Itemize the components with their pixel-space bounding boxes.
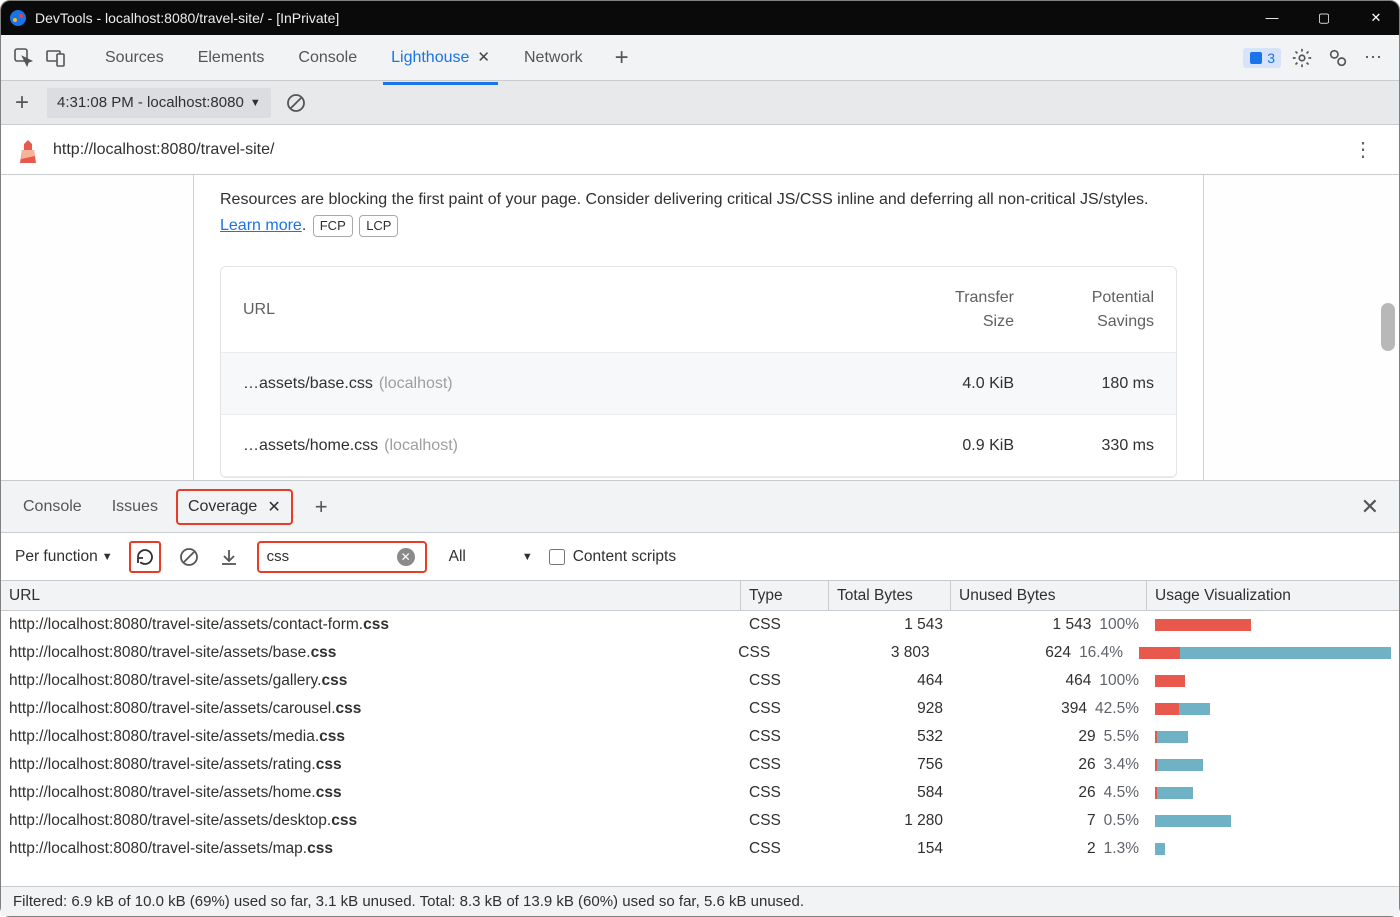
scrollbar-thumb[interactable] [1381, 303, 1395, 351]
lighthouse-logo-icon [17, 138, 39, 162]
drawer-tab-coverage[interactable]: Coverage✕ [176, 489, 293, 525]
lh-col-size: TransferSize [884, 286, 1014, 334]
coverage-table-row[interactable]: http://localhost:8080/travel-site/assets… [1, 639, 1399, 667]
coverage-table-row[interactable]: http://localhost:8080/travel-site/assets… [1, 667, 1399, 695]
export-coverage-icon[interactable] [217, 545, 241, 569]
coverage-mode-selector[interactable]: Per function▼ [15, 548, 113, 566]
cov-col-total[interactable]: Total Bytes [829, 581, 951, 610]
drawer-close-icon[interactable]: ✕ [1351, 494, 1389, 520]
page-header: http://localhost:8080/travel-site/ ⋮ [1, 125, 1399, 175]
window-title: DevTools - localhost:8080/travel-site/ -… [35, 10, 1249, 26]
usage-bar [1155, 787, 1193, 799]
coverage-toolbar: Per function▼ ✕ All▼ Content scripts [1, 533, 1399, 581]
learn-more-link[interactable]: Learn more [220, 217, 302, 234]
window-maximize-icon[interactable]: ▢ [1309, 10, 1339, 26]
content-scripts-checkbox[interactable] [549, 549, 565, 565]
more-menu-icon[interactable]: ⋯ [1359, 45, 1389, 71]
report-selector[interactable]: 4:31:08 PM - localhost:8080 ▼ [47, 88, 271, 118]
audit-description: Resources are blocking the first paint o… [220, 187, 1177, 238]
caret-down-icon: ▼ [102, 551, 113, 563]
clear-report-icon[interactable] [285, 92, 307, 114]
new-report-button[interactable]: + [11, 89, 33, 117]
page-url: http://localhost:8080/travel-site/ [53, 141, 274, 159]
cov-col-url[interactable]: URL [1, 581, 741, 610]
usage-bar [1155, 731, 1188, 743]
tab-sources[interactable]: Sources [91, 41, 178, 75]
drawer-tabs: ConsoleIssuesCoverage✕ + ✕ [1, 481, 1399, 533]
usage-bar [1155, 619, 1251, 631]
usage-bar [1139, 647, 1391, 659]
window-titlebar: DevTools - localhost:8080/travel-site/ -… [1, 1, 1399, 35]
add-drawer-tab-button[interactable]: + [303, 494, 340, 520]
cov-col-type[interactable]: Type [741, 581, 829, 610]
devtools-main-tabs: SourcesElementsConsoleLighthouse✕Network… [1, 35, 1399, 81]
lighthouse-report-area: Resources are blocking the first paint o… [1, 175, 1399, 481]
cov-col-viz[interactable]: Usage Visualization [1147, 581, 1399, 610]
coverage-table-row[interactable]: http://localhost:8080/travel-site/assets… [1, 751, 1399, 779]
reload-button[interactable] [129, 541, 161, 573]
window-minimize-icon[interactable]: ― [1257, 10, 1287, 26]
settings-gear-icon[interactable] [1287, 45, 1317, 71]
scrollbar[interactable] [1381, 175, 1397, 480]
issues-badge[interactable]: 3 [1243, 48, 1281, 68]
cov-col-unused[interactable]: Unused Bytes [951, 581, 1147, 610]
url-filter-input[interactable] [267, 548, 393, 565]
tab-console[interactable]: Console [284, 41, 371, 75]
clear-coverage-icon[interactable] [177, 545, 201, 569]
devtools-app-icon [9, 9, 27, 27]
metric-lcp-pill: LCP [359, 215, 398, 238]
page-menu-icon[interactable]: ⋮ [1345, 133, 1383, 166]
status-text: Filtered: 6.9 kB of 10.0 kB (69%) used s… [13, 893, 804, 910]
coverage-url-filter[interactable]: ✕ [257, 541, 427, 573]
lh-col-url: URL [243, 301, 884, 319]
close-drawer-tab-icon[interactable]: ✕ [267, 497, 280, 517]
usage-bar [1155, 703, 1210, 715]
metric-fcp-pill: FCP [313, 215, 353, 238]
customize-icon[interactable] [1323, 45, 1353, 71]
issues-count: 3 [1267, 50, 1275, 66]
coverage-table-row[interactable]: http://localhost:8080/travel-site/assets… [1, 779, 1399, 807]
usage-bar [1155, 675, 1185, 687]
tab-lighthouse[interactable]: Lighthouse✕ [377, 40, 504, 75]
coverage-table-row[interactable]: http://localhost:8080/travel-site/assets… [1, 807, 1399, 835]
usage-bar [1155, 759, 1203, 771]
coverage-table-row[interactable]: http://localhost:8080/travel-site/assets… [1, 695, 1399, 723]
content-scripts-toggle[interactable]: Content scripts [549, 548, 676, 566]
coverage-table-row[interactable]: http://localhost:8080/travel-site/assets… [1, 611, 1399, 639]
lighthouse-report-bar: + 4:31:08 PM - localhost:8080 ▼ [1, 81, 1399, 125]
status-bar: Filtered: 6.9 kB of 10.0 kB (69%) used s… [1, 886, 1399, 916]
add-tab-button[interactable]: + [603, 44, 641, 72]
lighthouse-table-row[interactable]: …assets/home.css(localhost)0.9 KiB330 ms [221, 415, 1176, 477]
device-toolbar-icon[interactable] [43, 45, 69, 71]
lh-col-savings: PotentialSavings [1014, 286, 1154, 334]
coverage-table-row[interactable]: http://localhost:8080/travel-site/assets… [1, 835, 1399, 863]
window-close-icon[interactable]: ✕ [1361, 10, 1391, 26]
usage-bar [1155, 843, 1165, 855]
tab-elements[interactable]: Elements [184, 41, 279, 75]
tab-network[interactable]: Network [510, 41, 597, 75]
drawer-tab-console[interactable]: Console [11, 490, 94, 524]
caret-down-icon: ▼ [522, 551, 533, 563]
caret-down-icon: ▼ [250, 97, 261, 109]
inspect-element-icon[interactable] [11, 45, 37, 71]
coverage-table: URL Type Total Bytes Unused Bytes Usage … [1, 581, 1399, 886]
lighthouse-table-row[interactable]: …assets/base.css(localhost)4.0 KiB180 ms [221, 353, 1176, 415]
coverage-table-row[interactable]: http://localhost:8080/travel-site/assets… [1, 723, 1399, 751]
drawer-tab-issues[interactable]: Issues [100, 490, 170, 524]
close-tab-icon[interactable]: ✕ [477, 49, 490, 66]
clear-filter-icon[interactable]: ✕ [397, 548, 415, 566]
usage-bar [1155, 815, 1231, 827]
coverage-type-filter[interactable]: All▼ [443, 548, 533, 566]
report-selector-label: 4:31:08 PM - localhost:8080 [57, 94, 244, 111]
lighthouse-table: URL TransferSize PotentialSavings …asset… [220, 266, 1177, 478]
